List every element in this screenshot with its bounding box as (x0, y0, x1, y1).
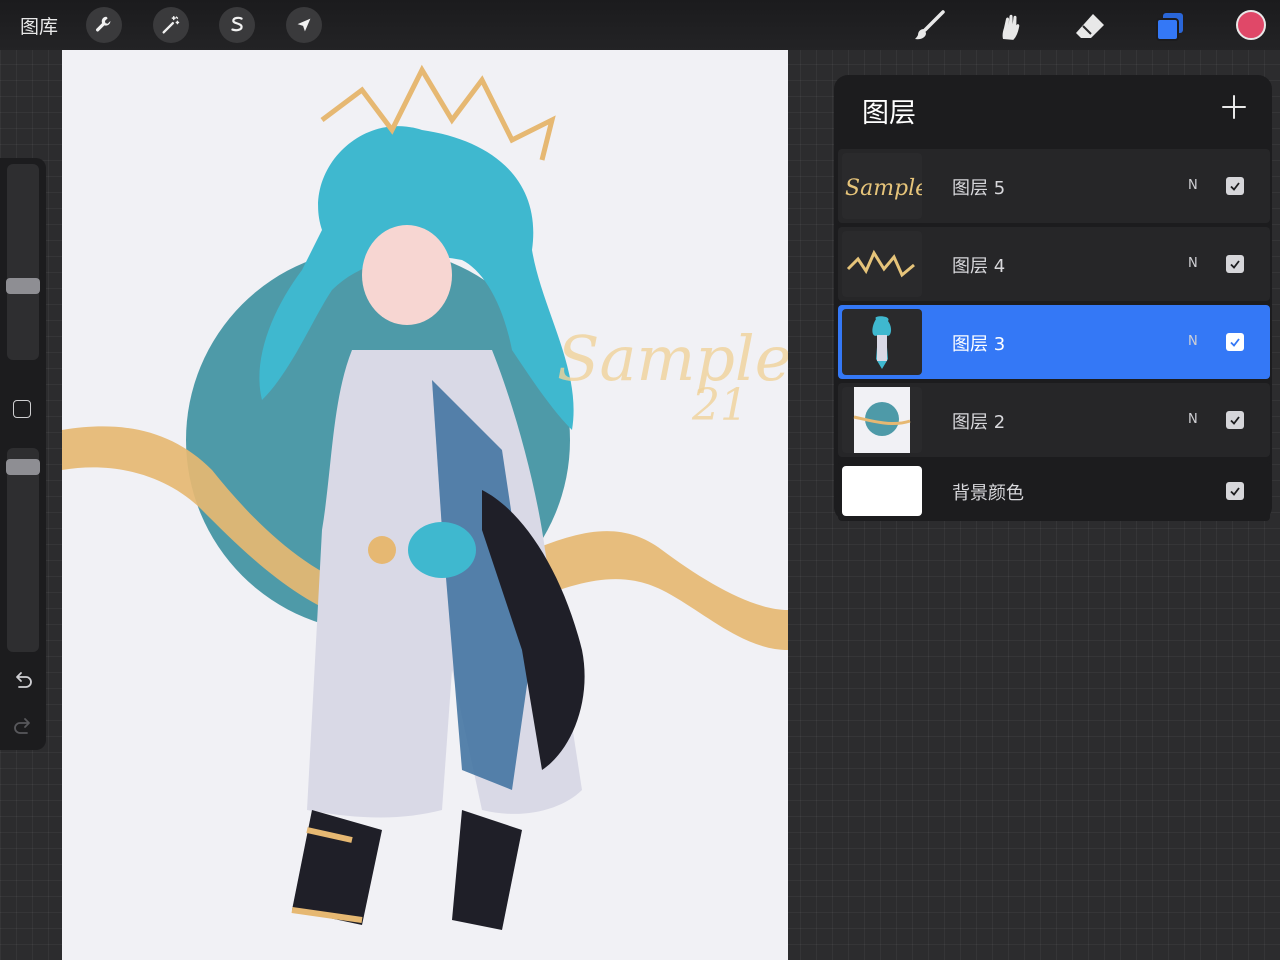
brush-icon (915, 10, 945, 40)
visibility-checkbox[interactable] (1226, 333, 1244, 351)
layers-title: 图层 (862, 98, 916, 129)
brush-tool[interactable] (912, 8, 948, 44)
layer-row-background-color[interactable]: 背景颜色 (838, 461, 1270, 521)
add-layer-icon[interactable] (1220, 93, 1248, 121)
checkmark-icon (1230, 182, 1240, 191)
gallery-button[interactable]: 图库 (20, 12, 58, 39)
layer-name: 背景颜色 (952, 483, 1024, 504)
visibility-checkbox[interactable] (1226, 255, 1244, 273)
checkmark-icon (1230, 338, 1240, 347)
watermark-year: 21 (691, 380, 748, 431)
blend-mode[interactable]: N (1188, 178, 1198, 193)
layer-row-2[interactable]: 图层 2 N (838, 383, 1270, 457)
checkmark-icon (1230, 260, 1240, 269)
layer-thumbnail (842, 466, 922, 516)
redo-icon[interactable] (12, 716, 34, 738)
smudge-tool[interactable] (992, 8, 1028, 44)
watermark-sample: Sample (557, 322, 788, 395)
modify-button[interactable] (13, 400, 31, 418)
svg-text:Sample: Sample (845, 176, 922, 201)
brush-size-slider[interactable] (6, 164, 40, 360)
selection-button[interactable] (219, 7, 255, 43)
layers-panel: 图层 Sample 图层 5 N 图层 4 N 图层 3 N 图层 2 N 背景… (834, 75, 1272, 521)
left-sidebar (0, 158, 46, 750)
visibility-checkbox[interactable] (1226, 482, 1244, 500)
face (362, 225, 452, 325)
layer-row-5[interactable]: Sample 图层 5 N (838, 149, 1270, 223)
color-picker-swatch[interactable] (1236, 10, 1266, 40)
smudge-icon (1002, 14, 1020, 40)
layer-row-4[interactable]: 图层 4 N (838, 227, 1270, 301)
eraser-icon (1076, 14, 1104, 38)
visibility-checkbox[interactable] (1226, 177, 1244, 195)
artwork: Sample 21 (62, 64, 788, 930)
blend-mode[interactable]: N (1188, 412, 1198, 427)
layer-thumbnail (842, 309, 922, 375)
left-boot (292, 810, 382, 925)
opacity-slider[interactable] (6, 448, 40, 652)
drawing-canvas[interactable]: Sample 21 (62, 50, 788, 960)
layer-name: 图层 2 (952, 412, 1006, 433)
top-toolbar: 图库 (0, 0, 1280, 50)
actions-button[interactable] (86, 7, 122, 43)
blend-mode[interactable]: N (1188, 334, 1198, 349)
layers-icon (1156, 13, 1183, 41)
adjustments-button[interactable] (153, 7, 189, 43)
blend-mode[interactable]: N (1188, 256, 1198, 271)
transform-button[interactable] (286, 7, 322, 43)
magic-wand-icon (162, 16, 180, 34)
selection-s-icon (231, 16, 243, 32)
belt-gem-teal (408, 522, 476, 578)
brush-size-thumb[interactable] (6, 278, 40, 294)
layer-thumbnail (842, 231, 922, 297)
layer-thumbnail (842, 387, 922, 453)
layer-name: 图层 3 (952, 334, 1006, 355)
opacity-thumb[interactable] (6, 459, 40, 475)
eraser-tool[interactable] (1072, 8, 1108, 44)
layer-name: 图层 5 (952, 178, 1006, 199)
layer-thumbnail: Sample (842, 153, 922, 219)
arrow-cursor-icon (297, 18, 311, 32)
layer-row-3[interactable]: 图层 3 N (838, 305, 1270, 379)
checkmark-icon (1230, 487, 1240, 496)
layer-name: 图层 4 (952, 256, 1006, 277)
undo-icon[interactable] (12, 670, 34, 692)
belt-gem-gold (368, 536, 396, 564)
checkmark-icon (1230, 416, 1240, 425)
right-boot (452, 810, 522, 930)
visibility-checkbox[interactable] (1226, 411, 1244, 429)
layers-button[interactable] (1152, 8, 1188, 44)
wrench-icon (95, 16, 111, 32)
